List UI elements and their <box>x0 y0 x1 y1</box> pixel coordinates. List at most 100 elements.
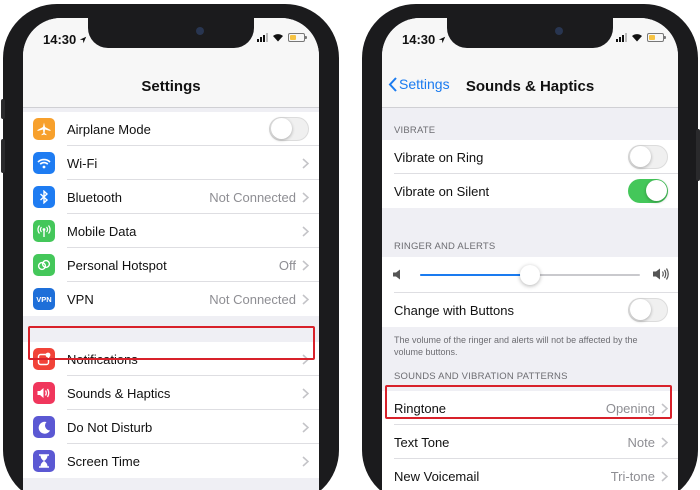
row-label: Vibrate on Silent <box>394 183 490 199</box>
airplane-mode-toggle[interactable] <box>269 117 309 141</box>
settings-row-notifications[interactable]: Notifications <box>23 342 319 376</box>
chevron-right-icon <box>302 191 309 203</box>
settings-group-connectivity: Airplane Mode Wi-Fi Bluetooth Not Connected… <box>23 112 319 316</box>
bluetooth-icon <box>33 186 55 208</box>
row-label: VPN <box>67 291 94 307</box>
location-arrow-icon <box>80 36 87 44</box>
settings-row-mobile-data[interactable]: Mobile Data <box>23 214 319 248</box>
row-label: Change with Buttons <box>394 302 514 318</box>
antenna-icon <box>33 220 55 242</box>
row-value: Not Connected <box>209 291 296 307</box>
settings-row-do-not-disturb[interactable]: Do Not Disturb <box>23 410 319 444</box>
row-label: Vibrate on Ring <box>394 149 484 165</box>
row-label: Notifications <box>67 351 138 367</box>
status-time: 14:30 <box>402 32 446 47</box>
row-vibrate-on-silent[interactable]: Vibrate on Silent <box>382 174 678 208</box>
vpn-icon: VPN <box>33 288 55 310</box>
navigation-bar: Settings Sounds & Haptics <box>382 62 678 108</box>
wifi-status-icon <box>632 34 642 42</box>
toggle-knob <box>271 118 292 139</box>
battery-icon <box>288 33 307 42</box>
settings-list: Airplane Mode Wi-Fi Bluetooth Not Connected… <box>23 108 319 490</box>
chevron-right-icon <box>302 455 309 467</box>
notch <box>88 18 254 48</box>
ringer-volume-row <box>382 257 678 293</box>
signal-bars-icon <box>257 33 268 42</box>
camera-icon <box>196 27 204 35</box>
vibrate-on-ring-toggle[interactable] <box>628 145 668 169</box>
change-with-buttons-toggle[interactable] <box>628 298 668 322</box>
settings-row-wi-fi[interactable]: Wi-Fi <box>23 146 319 180</box>
settings-row-personal-hotspot[interactable]: Personal Hotspot Off <box>23 248 319 282</box>
settings-row-sounds-and-haptics[interactable]: Sounds & Haptics <box>23 376 319 410</box>
camera-icon <box>555 27 563 35</box>
row-label: Personal Hotspot <box>67 257 167 273</box>
patterns-group: Ringtone Opening Text Tone Note New Voicemai… <box>382 391 678 490</box>
row-label: Do Not Disturb <box>67 419 153 435</box>
row-vibrate-on-ring[interactable]: Vibrate on Ring <box>382 140 678 174</box>
row-label: New Voicemail <box>394 468 480 484</box>
speaker-icon <box>33 382 55 404</box>
hourglass-icon <box>33 450 55 472</box>
volume-high-icon <box>653 268 669 280</box>
status-indicators <box>257 33 307 42</box>
row-ringtone[interactable]: Ringtone Opening <box>382 391 678 426</box>
battery-icon <box>647 33 666 42</box>
moon-icon <box>33 416 55 438</box>
navigation-bar: Settings <box>23 62 319 108</box>
row-label: Sounds & Haptics <box>67 385 171 401</box>
chevron-right-icon <box>302 353 309 365</box>
row-label: Screen Time <box>67 453 140 469</box>
settings-row-airplane-mode[interactable]: Airplane Mode <box>23 112 319 146</box>
left-phone: 14:30 Settings Airplane Mode Wi-Fi Bluetoo… <box>1 4 339 490</box>
row-label: Mobile Data <box>67 223 137 239</box>
row-change-with-buttons[interactable]: Change with Buttons <box>382 293 678 327</box>
wifi-icon <box>33 152 55 174</box>
row-value: Off <box>278 257 296 273</box>
chevron-right-icon <box>302 293 309 305</box>
toggle-knob <box>630 146 651 167</box>
settings-row-screen-time[interactable]: Screen Time <box>23 444 319 478</box>
change-with-buttons-group: Change with Buttons <box>382 293 678 327</box>
section-header-vibrate: VIBRATE <box>394 125 436 136</box>
wifi-status-icon <box>273 34 283 42</box>
power-button <box>696 129 700 181</box>
settings-row-bluetooth[interactable]: Bluetooth Not Connected <box>23 180 319 214</box>
settings-row-vpn[interactable]: VPN VPN Not Connected <box>23 282 319 316</box>
chevron-right-icon <box>661 437 668 448</box>
location-arrow-icon <box>439 36 446 44</box>
page-title: Sounds & Haptics <box>465 78 595 95</box>
chevron-right-icon <box>302 259 309 271</box>
row-new-voicemail[interactable]: New Voicemail Tri-tone <box>382 459 678 490</box>
chevron-right-icon <box>661 471 668 482</box>
ringer-volume-slider[interactable] <box>420 265 640 285</box>
volume-low-icon <box>393 269 400 280</box>
row-value: Not Connected <box>209 189 296 205</box>
row-label: Ringtone <box>394 400 447 416</box>
row-value: Tri-tone <box>610 468 655 484</box>
section-header-ringer: RINGER AND ALERTS <box>394 241 496 252</box>
row-label: Wi-Fi <box>67 155 98 171</box>
vibrate-group: Vibrate on Ring Vibrate on Silent <box>382 140 678 208</box>
row-text-tone[interactable]: Text Tone Note <box>382 425 678 460</box>
row-label: Bluetooth <box>67 189 122 205</box>
right-screen: 14:30 Settings Sounds & Haptics VIBRATE … <box>382 18 678 490</box>
settings-group-system: Notifications Sounds & Haptics Do Not Dist… <box>23 342 319 478</box>
row-label: Text Tone <box>394 434 450 450</box>
signal-bars-icon <box>616 33 627 42</box>
mute-switch <box>1 99 5 119</box>
chevron-right-icon <box>302 387 309 399</box>
chevron-right-icon <box>302 421 309 433</box>
volume-up-button <box>1 139 5 173</box>
ringer-footer-note: The volume of the ringer and alerts will… <box>394 335 638 358</box>
airplane-icon <box>33 118 55 140</box>
chevron-right-icon <box>302 157 309 169</box>
slider-thumb[interactable] <box>520 265 540 285</box>
row-label: Airplane Mode <box>67 121 151 137</box>
vibrate-on-silent-toggle[interactable] <box>628 179 668 203</box>
notifications-icon <box>33 348 55 370</box>
toggle-knob <box>646 180 667 201</box>
notch <box>447 18 613 48</box>
left-screen: 14:30 Settings Airplane Mode Wi-Fi Bluetoo… <box>23 18 319 490</box>
toggle-knob <box>630 299 651 320</box>
